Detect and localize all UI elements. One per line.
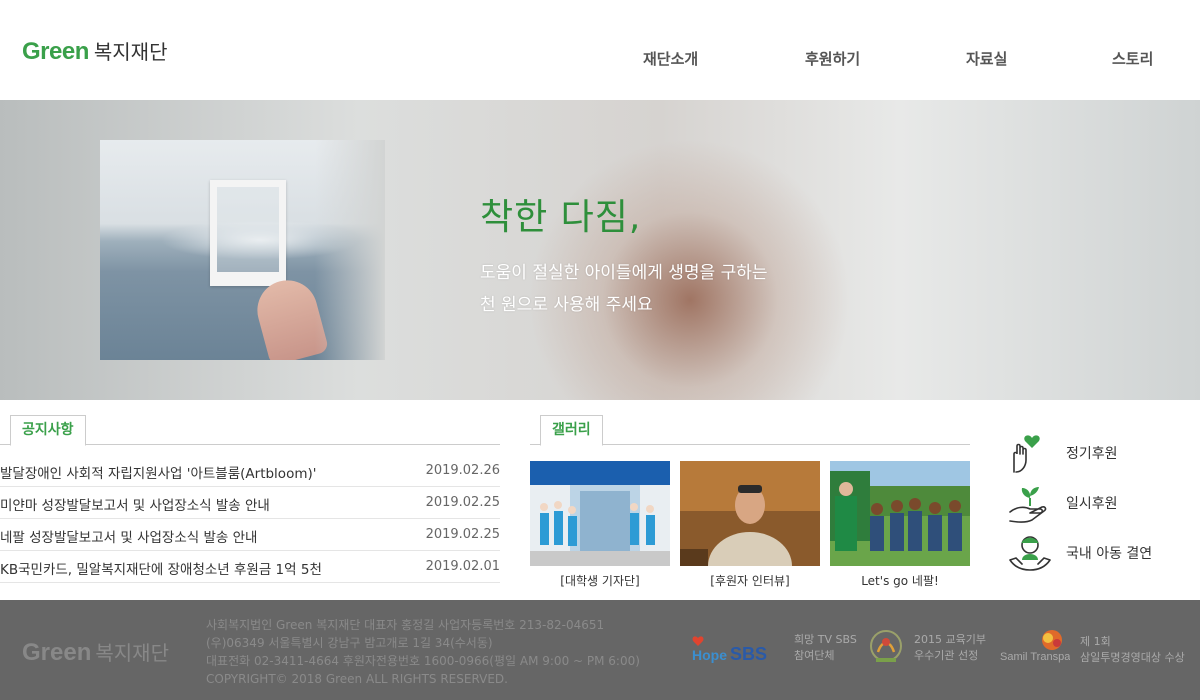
award-line: 우수기관 선정 bbox=[914, 649, 979, 662]
list-item[interactable]: KB국민카드, 밀알복지재단에 장애청소년 후원금 1억 5천 2019.02.… bbox=[0, 551, 500, 583]
footer-copyright: COPYRIGHT© 2018 Green ALL RIGHTS RESERVE… bbox=[206, 672, 508, 686]
award-line: 삼일투명경영대상 수상 bbox=[1080, 651, 1185, 664]
nav-item-story[interactable]: 스토리 bbox=[1112, 48, 1153, 69]
gallery-caption[interactable]: Let's go 네팔! bbox=[830, 572, 970, 589]
nav-item-resources[interactable]: 자료실 bbox=[966, 48, 1007, 69]
samil-transparency-logo-icon: Samil Transparency bbox=[1000, 630, 1070, 663]
footer-info: 사회복지법인 Green 복지재단 대표자 홍정길 사업자등록번호 213-82… bbox=[206, 616, 640, 688]
footer-logo[interactable]: Green 복지재단 bbox=[22, 637, 169, 667]
award-education: 2015 교육기부 우수기관 선정 bbox=[868, 628, 986, 668]
notice-date: 2019.02.26 bbox=[425, 463, 500, 478]
footer-logo-green: Green bbox=[22, 639, 92, 666]
list-item[interactable]: 미얀마 성장발달보고서 및 사업장소식 발송 안내 2019.02.25 bbox=[0, 487, 500, 519]
gallery-tab-bar: 갤러리 bbox=[530, 415, 970, 446]
hero-title: 착한 다짐, bbox=[480, 197, 642, 238]
gallery-caption[interactable]: [후원자 인터뷰] bbox=[680, 572, 820, 589]
notice-date: 2019.02.25 bbox=[425, 527, 500, 542]
hero-subtitle-line1: 도움이 절실한 아이들에게 생명을 구하는 bbox=[480, 263, 768, 283]
notice-tab-bar: 공지사항 bbox=[0, 415, 500, 446]
svg-text:Hope: Hope bbox=[692, 647, 727, 663]
gallery-item[interactable]: Let's go 네팔! bbox=[830, 461, 970, 589]
award-samil: Samil Transparency 제 1회 삼일투명경영대상 수상 bbox=[1000, 628, 1185, 672]
education-award-icon bbox=[870, 630, 902, 662]
donation-label[interactable]: 국내 아동 결연 bbox=[1066, 543, 1152, 563]
donation-link-sponsorship[interactable]: 국내 아동 결연 bbox=[1008, 532, 1152, 574]
list-item[interactable]: 네팔 성장발달보고서 및 사업장소식 발송 안내 2019.02.25 bbox=[0, 519, 500, 551]
award-sbs: Hope SBS 희망 TV SBS 참여단체 bbox=[692, 628, 857, 668]
gallery-thumb-nepal[interactable] bbox=[830, 461, 970, 566]
gallery-thumb-students[interactable] bbox=[530, 461, 670, 566]
footer-info-line: 대표전화 02-3411-4664 후원자전용번호 1600-0966(평일 A… bbox=[206, 654, 640, 668]
gallery-caption[interactable]: [대학생 기자단] bbox=[530, 572, 670, 589]
polaroid-frame bbox=[210, 180, 286, 286]
gallery-thumb-interview[interactable] bbox=[680, 461, 820, 566]
donation-link-once[interactable]: 일시후원 bbox=[1008, 482, 1118, 524]
hero-subtitle-line2: 천 원으로 사용해 주세요 bbox=[480, 295, 653, 315]
svg-text:SBS: SBS bbox=[730, 644, 767, 664]
donation-label[interactable]: 정기후원 bbox=[1066, 443, 1118, 463]
tab-gallery[interactable]: 갤러리 bbox=[540, 415, 603, 446]
main-nav: 재단소개 후원하기 자료실 스토리 bbox=[0, 48, 1200, 72]
award-line: 2015 교육기부 bbox=[914, 633, 986, 646]
hero-photo-sea bbox=[100, 140, 385, 360]
notice-date: 2019.02.25 bbox=[425, 495, 500, 510]
notice-title[interactable]: 발달장애인 사회적 자립지원사업 '아트블룸(Artbloom)' bbox=[0, 462, 410, 482]
donation-label[interactable]: 일시후원 bbox=[1066, 493, 1118, 513]
notice-title[interactable]: KB국민카드, 밀알복지재단에 장애청소년 후원금 1억 5천 bbox=[0, 558, 410, 578]
gallery-photo bbox=[530, 461, 670, 566]
footer-info-line: 사회복지법인 Green 복지재단 대표자 홍정길 사업자등록번호 213-82… bbox=[206, 618, 605, 632]
nav-item-about[interactable]: 재단소개 bbox=[643, 48, 698, 69]
notice-title[interactable]: 미얀마 성장발달보고서 및 사업장소식 발송 안내 bbox=[0, 494, 410, 514]
hand-child-icon bbox=[1009, 536, 1051, 571]
list-item[interactable]: 발달장애인 사회적 자립지원사업 '아트블룸(Artbloom)' 2019.0… bbox=[0, 455, 500, 487]
donation-link-regular[interactable]: 정기후원 bbox=[1008, 432, 1118, 474]
gallery-item[interactable]: [대학생 기자단] bbox=[530, 461, 670, 589]
site-header: Green 복지재단 재단소개 후원하기 자료실 스토리 bbox=[0, 0, 1200, 100]
award-line: 희망 TV SBS bbox=[794, 633, 857, 646]
photo-fade bbox=[315, 140, 385, 360]
sbs-logo-icon: Hope SBS bbox=[692, 636, 767, 664]
hero-banner: 착한 다짐, 도움이 절실한 아이들에게 생명을 구하는 천 원으로 사용해 주… bbox=[0, 100, 1200, 400]
notice-list: 발달장애인 사회적 자립지원사업 '아트블룸(Artbloom)' 2019.0… bbox=[0, 455, 500, 583]
notice-date: 2019.02.01 bbox=[425, 559, 500, 574]
footer-logo-kr: 복지재단 bbox=[95, 641, 169, 665]
gallery-item[interactable]: [후원자 인터뷰] bbox=[680, 461, 820, 589]
svg-text:Samil Transparency: Samil Transparency bbox=[1000, 651, 1070, 663]
gallery-photo bbox=[830, 461, 970, 566]
gallery-photo bbox=[680, 461, 820, 566]
hand-sprout-icon bbox=[1009, 487, 1047, 523]
tab-notices[interactable]: 공지사항 bbox=[10, 415, 86, 446]
hand-heart-icon bbox=[1013, 435, 1040, 473]
award-line: 참여단체 bbox=[794, 649, 835, 662]
award-line: 제 1회 bbox=[1080, 635, 1111, 648]
footer-info-line: (우)06349 서울특별시 강남구 밤고개로 1길 34(수서동) bbox=[206, 636, 493, 650]
nav-item-donate[interactable]: 후원하기 bbox=[805, 48, 860, 69]
notice-title[interactable]: 네팔 성장발달보고서 및 사업장소식 발송 안내 bbox=[0, 526, 410, 546]
site-footer: Green 복지재단 사회복지법인 Green 복지재단 대표자 홍정길 사업자… bbox=[0, 600, 1200, 700]
